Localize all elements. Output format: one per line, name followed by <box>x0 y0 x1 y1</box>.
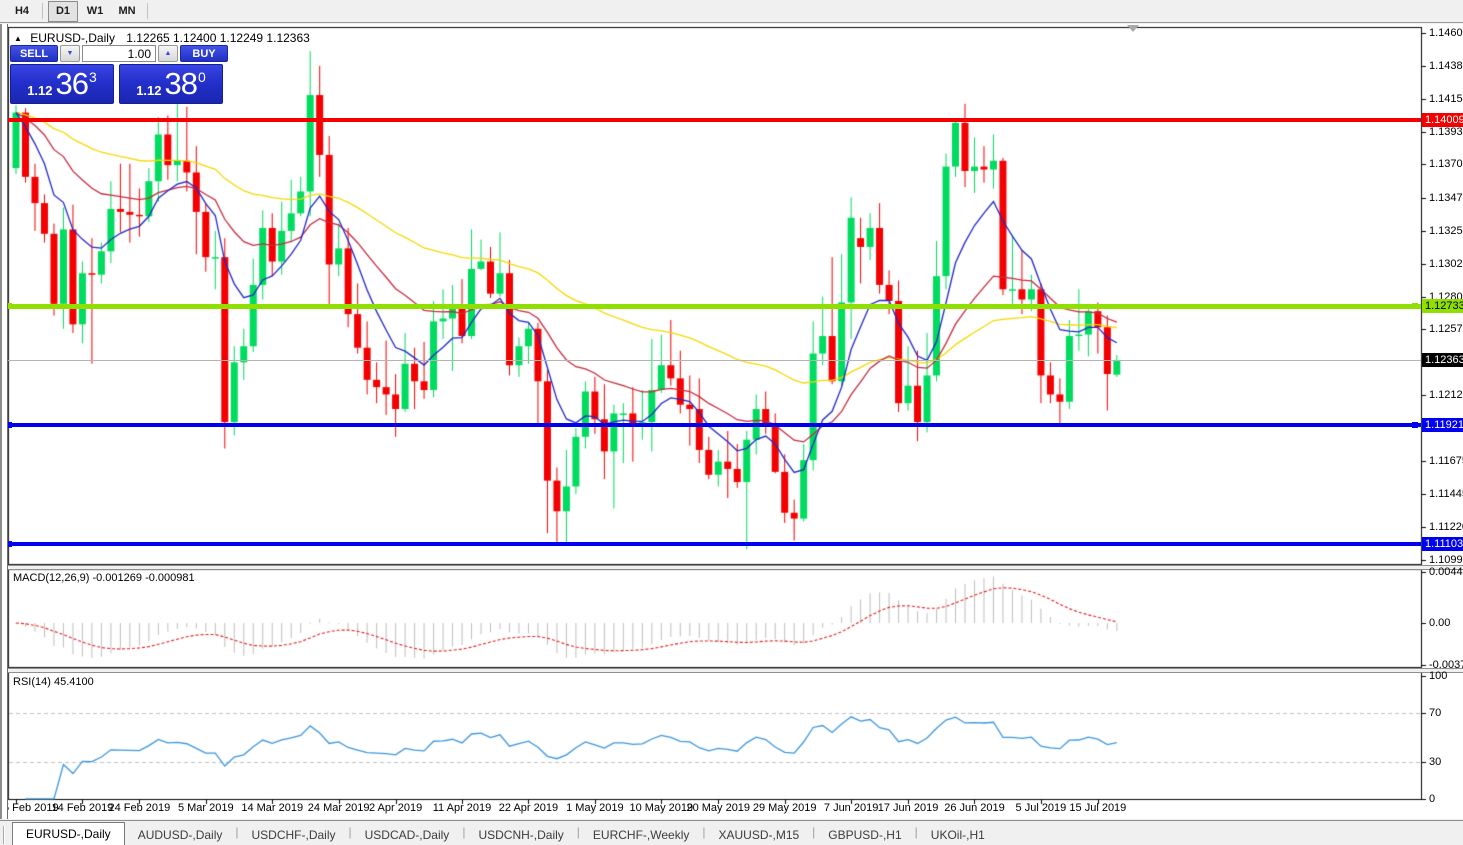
macd-axis-tick: 0.004465 <box>1429 566 1463 578</box>
chart-tab-xauusdm15[interactable]: XAUUSD-,M15 <box>705 825 812 845</box>
date-axis-label: 24 Mar 2019 <box>308 802 370 814</box>
chart-tab-ukoilh1[interactable]: UKOil-,H1 <box>918 825 998 845</box>
one-click-trading-widget: SELL ▼ 1.00 ▲ BUY 1.12 36 3 1.12 38 0 <box>10 45 228 104</box>
sell-price-prefix: 1.12 <box>27 83 52 98</box>
chart-shift-marker-icon[interactable] <box>1127 25 1139 32</box>
buy-price-pipette: 0 <box>198 69 206 85</box>
date-axis-label: 22 Apr 2019 <box>499 802 558 814</box>
line-price-badge: 1.12733 <box>1422 299 1463 313</box>
volume-increase-button[interactable]: ▲ <box>158 45 178 62</box>
date-axis-label: 5 Feb 2019 <box>3 802 59 814</box>
chart-tab-gbpusdh1[interactable]: GBPUSD-,H1 <box>815 825 914 845</box>
date-axis-label: 20 May 2019 <box>686 802 750 814</box>
window-left-frame <box>0 24 8 819</box>
current-price-line <box>8 360 1421 361</box>
horizontal-line-1.14009[interactable] <box>8 118 1421 122</box>
toolbar-separator <box>147 3 148 19</box>
chart-tab-usdcnhdaily[interactable]: USDCNH-,Daily <box>465 825 576 845</box>
date-axis-label: 7 Jun 2019 <box>824 802 878 814</box>
date-axis-label: 2 Apr 2019 <box>369 802 422 814</box>
chart-symbol-label: EURUSD-,Daily <box>30 31 115 45</box>
pane-splitter-rsi[interactable] <box>0 668 1463 673</box>
sell-price-pipette: 3 <box>89 69 97 85</box>
chart-tab-usdchfdaily[interactable]: USDCHF-,Daily <box>239 825 349 845</box>
mt4-chart-screen: H4 D1W1MN ▲ EURUSD-,Daily 1.12265 1.12400… <box>0 0 1463 845</box>
horizontal-line-1.11103[interactable] <box>8 542 1421 546</box>
volume-input[interactable]: 1.00 <box>82 45 156 62</box>
price-axis-tick: 1.14380 <box>1429 60 1463 72</box>
tab-bar-grip[interactable] <box>0 826 12 844</box>
chart-title: ▲ EURUSD-,Daily 1.12265 1.12400 1.12249 … <box>14 31 310 45</box>
collapse-triangle-icon[interactable]: ▲ <box>14 34 22 43</box>
price-axis-tick: 1.13250 <box>1429 225 1463 237</box>
date-axis-label: 14 Mar 2019 <box>241 802 303 814</box>
date-axis-label: 5 Jul 2019 <box>1016 802 1067 814</box>
macd-axis-tick: 0.00 <box>1429 617 1450 629</box>
price-axis-tick: 1.14605 <box>1429 27 1463 39</box>
date-axis-label: 1 May 2019 <box>566 802 623 814</box>
chart-tab-usdcaddaily[interactable]: USDCAD-,Daily <box>352 825 463 845</box>
price-axis-tick: 1.11220 <box>1429 521 1463 533</box>
date-axis-label: 14 Feb 2019 <box>52 802 114 814</box>
up-arrow-icon: ▲ <box>165 50 172 57</box>
timeframe-toolbar: H4 D1W1MN <box>0 0 1463 23</box>
line-price-badge: 1.11921 <box>1422 418 1463 432</box>
chart-tab-eurusddaily[interactable]: EURUSD-,Daily <box>12 822 125 845</box>
volume-decrease-button[interactable]: ▼ <box>60 45 80 62</box>
rsi-axis-tick: 30 <box>1429 756 1441 768</box>
rsi-axis-tick: 0 <box>1429 793 1435 805</box>
buy-price-big-figure: 38 <box>165 66 197 102</box>
rsi-indicator-title: RSI(14) 45.4100 <box>13 676 94 688</box>
macd-indicator-title: MACD(12,26,9) -0.001269 -0.000981 <box>13 572 195 584</box>
rsi-axis-tick: 70 <box>1429 707 1441 719</box>
timeframe-button-h4[interactable]: H4 <box>7 1 37 22</box>
sell-button[interactable]: SELL <box>10 45 58 62</box>
chart-window <box>0 24 1463 819</box>
pane-splitter-macd[interactable] <box>0 565 1463 570</box>
buy-button[interactable]: BUY <box>180 45 228 62</box>
horizontal-line-1.11921[interactable] <box>8 423 1421 427</box>
chart-tab-audusddaily[interactable]: AUDUSD-,Daily <box>125 825 236 845</box>
sell-price-big-figure: 36 <box>56 66 88 102</box>
price-axis-tick: 1.14155 <box>1429 93 1463 105</box>
date-axis-label: 5 Mar 2019 <box>178 802 234 814</box>
horizontal-line-1.12733[interactable] <box>8 304 1421 309</box>
down-arrow-icon: ▼ <box>67 50 74 57</box>
buy-price-prefix: 1.12 <box>136 83 161 98</box>
line-drag-handle[interactable] <box>1412 303 1418 309</box>
price-axis-tick: 1.13930 <box>1429 126 1463 138</box>
price-axis-tick: 1.11445 <box>1429 488 1463 500</box>
price-axis-tick: 1.12575 <box>1429 323 1463 335</box>
price-axis-tick: 1.13475 <box>1429 192 1463 204</box>
date-axis-label: 17 Jun 2019 <box>878 802 939 814</box>
chart-tab-eurchfweekly[interactable]: EURCHF-,Weekly <box>580 825 702 845</box>
current-price-badge: 1.12363 <box>1422 353 1463 367</box>
price-axis-tick: 1.12125 <box>1429 389 1463 401</box>
price-axis-tick: 1.10995 <box>1429 554 1463 566</box>
price-axis-tick: 1.11675 <box>1429 455 1463 467</box>
date-axis-label: 26 Jun 2019 <box>944 802 1005 814</box>
chart-tab-bar: EURUSD-,DailyAUDUSD-,Daily|USDCHF-,Daily… <box>0 820 1463 845</box>
timeframe-button-w1[interactable]: W1 <box>80 1 110 22</box>
rsi-axis-tick: 100 <box>1429 670 1447 682</box>
date-axis-label: 10 May 2019 <box>630 802 694 814</box>
buy-price-panel[interactable]: 1.12 38 0 <box>119 64 223 104</box>
timeframe-button-mn[interactable]: MN <box>112 1 142 22</box>
date-axis-label: 15 Jul 2019 <box>1069 802 1126 814</box>
line-price-badge: 1.11103 <box>1422 537 1463 551</box>
chart-ohlc-values: 1.12265 1.12400 1.12249 1.12363 <box>126 31 310 45</box>
timeframe-button-d1[interactable]: D1 <box>48 1 78 22</box>
date-axis-label: 24 Feb 2019 <box>108 802 170 814</box>
price-axis-tick: 1.13705 <box>1429 158 1463 170</box>
line-drag-handle[interactable] <box>1412 422 1418 428</box>
date-axis-label: 29 May 2019 <box>753 802 817 814</box>
line-price-badge: 1.14009 <box>1422 113 1463 127</box>
sell-price-panel[interactable]: 1.12 36 3 <box>10 64 114 104</box>
price-axis-tick: 1.13025 <box>1429 258 1463 270</box>
toolbar-separator <box>42 3 43 19</box>
date-axis-label: 11 Apr 2019 <box>433 802 492 814</box>
